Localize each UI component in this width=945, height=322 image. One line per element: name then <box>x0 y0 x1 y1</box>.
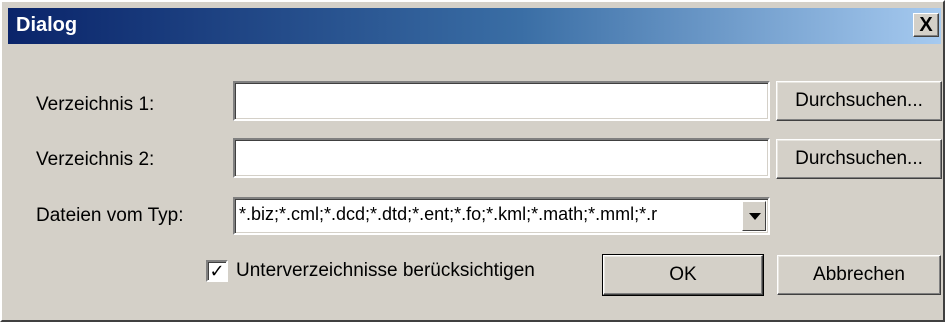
filetypes-label: Dateien vom Typ: <box>36 205 184 226</box>
window-title: Dialog <box>16 14 78 36</box>
cancel-label: Abbrechen <box>813 264 905 285</box>
dropdown-button[interactable] <box>742 201 766 231</box>
dir1-browse-label: Durchsuchen... <box>795 90 923 111</box>
dialog-window: Dialog X Verzeichnis 1: Durchsuchen... V… <box>0 0 945 322</box>
filetypes-value: *.biz;*.cml;*.dcd;*.dtd;*.ent;*.fo;*.kml… <box>239 204 658 224</box>
checkmark-icon: ✓ <box>209 261 225 281</box>
ok-button[interactable]: OK <box>602 254 764 296</box>
dir1-label: Verzeichnis 1: <box>36 94 155 115</box>
title-bar[interactable]: Dialog X <box>8 8 941 44</box>
close-icon: X <box>919 14 933 36</box>
close-button[interactable]: X <box>913 13 939 37</box>
filetypes-combobox[interactable]: *.biz;*.cml;*.dcd;*.dtd;*.ent;*.fo;*.kml… <box>233 197 770 235</box>
chevron-down-icon <box>749 213 761 220</box>
dir1-browse-button[interactable]: Durchsuchen... <box>776 81 942 121</box>
dir2-label: Verzeichnis 2: <box>36 149 155 170</box>
dir2-input[interactable] <box>233 138 770 178</box>
dir1-input[interactable] <box>233 81 770 121</box>
ok-label: OK <box>669 264 697 285</box>
dir2-browse-label: Durchsuchen... <box>795 148 923 169</box>
subdirs-label[interactable]: Unterverzeichnisse berücksichtigen <box>236 260 535 282</box>
dir2-browse-button[interactable]: Durchsuchen... <box>776 139 942 179</box>
cancel-button[interactable]: Abbrechen <box>777 255 941 295</box>
subdirs-checkbox[interactable]: ✓ <box>206 260 228 282</box>
